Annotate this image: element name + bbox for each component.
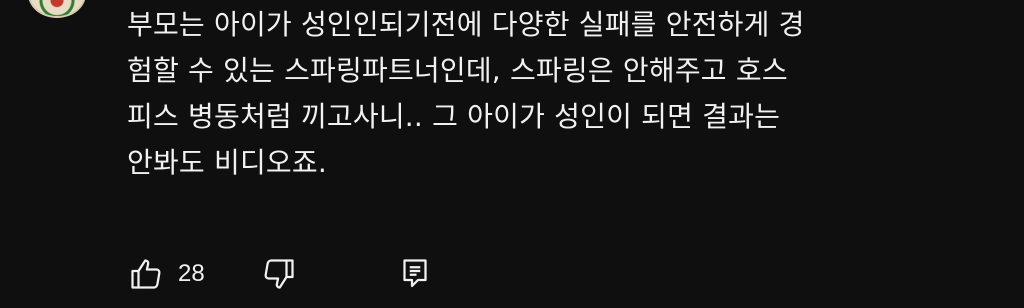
like-count: 28	[178, 260, 205, 287]
reply-button[interactable]	[395, 254, 435, 294]
thumbs-down-icon	[261, 256, 297, 292]
comment-actions: 28	[128, 252, 435, 296]
comment-line: 험할 수 있는 스파링파트너인데, 스파링은 안해주고 호스	[127, 54, 788, 87]
thumbs-up-icon	[128, 256, 164, 292]
comment-line: 피스 병동처럼 끼고사니.. 그 아이가 성인이 되면 결과는	[127, 100, 781, 133]
dislike-button[interactable]	[259, 254, 299, 294]
comment-line: 부모는 아이가 성인인되기전에 다양한 실패를 안전하게 경	[127, 8, 805, 41]
like-button[interactable]	[128, 254, 168, 294]
comment-text: 부모는 아이가 성인인되기전에 다양한 실패를 안전하게 경 험할 수 있는 스…	[127, 2, 967, 186]
reply-comment-icon	[397, 256, 433, 292]
comment-line: 안봐도 비디오죠.	[127, 146, 327, 179]
author-avatar[interactable]	[28, 0, 86, 18]
